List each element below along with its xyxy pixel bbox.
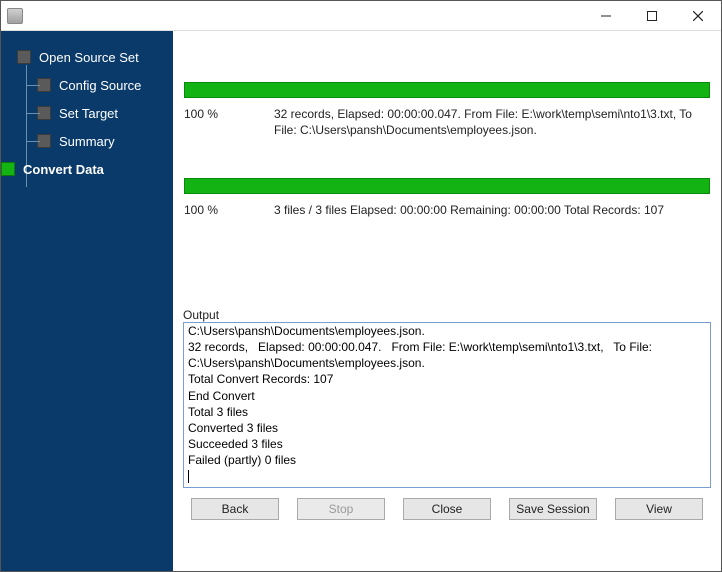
file-progress-bar xyxy=(184,82,710,98)
total-progress-pct: 100 % xyxy=(184,202,274,218)
view-button[interactable]: View xyxy=(615,498,703,520)
sidebar-item-label: Summary xyxy=(59,134,115,149)
save-session-button[interactable]: Save Session xyxy=(509,498,597,520)
sidebar-item-label: Config Source xyxy=(59,78,141,93)
sidebar: Open Source Set Config Source Set Target… xyxy=(1,31,173,571)
close-window-button[interactable] xyxy=(675,1,721,31)
sidebar-item-label: Set Target xyxy=(59,106,118,121)
sidebar-item-label: Convert Data xyxy=(23,162,104,177)
sidebar-item-label: Open Source Set xyxy=(39,50,139,65)
titlebar xyxy=(1,1,721,31)
app-icon xyxy=(7,8,23,24)
sidebar-item-open-source-set[interactable]: Open Source Set xyxy=(17,43,173,71)
sidebar-item-config-source[interactable]: Config Source xyxy=(17,71,173,99)
output-label: Output xyxy=(183,308,711,322)
output-textarea[interactable]: 43 records, Elapsed: 00:00:00.047. From … xyxy=(183,322,711,488)
sidebar-item-set-target[interactable]: Set Target xyxy=(17,99,173,127)
total-progress-bar xyxy=(184,178,710,194)
minimize-button[interactable] xyxy=(583,1,629,31)
total-progress-text: 3 files / 3 files Elapsed: 00:00:00 Rema… xyxy=(274,202,710,218)
back-button[interactable]: Back xyxy=(191,498,279,520)
file-progress-pct: 100 % xyxy=(184,106,274,138)
node-icon xyxy=(1,162,15,176)
close-button[interactable]: Close xyxy=(403,498,491,520)
stop-button: Stop xyxy=(297,498,385,520)
sidebar-item-convert-data[interactable]: Convert Data xyxy=(1,155,173,183)
sidebar-item-summary[interactable]: Summary xyxy=(17,127,173,155)
file-progress-text: 32 records, Elapsed: 00:00:00.047. From … xyxy=(274,106,710,138)
node-icon xyxy=(37,134,51,148)
main-panel: 100 % 32 records, Elapsed: 00:00:00.047.… xyxy=(173,31,721,571)
maximize-button[interactable] xyxy=(629,1,675,31)
node-icon xyxy=(37,78,51,92)
node-icon xyxy=(37,106,51,120)
node-icon xyxy=(17,50,31,64)
